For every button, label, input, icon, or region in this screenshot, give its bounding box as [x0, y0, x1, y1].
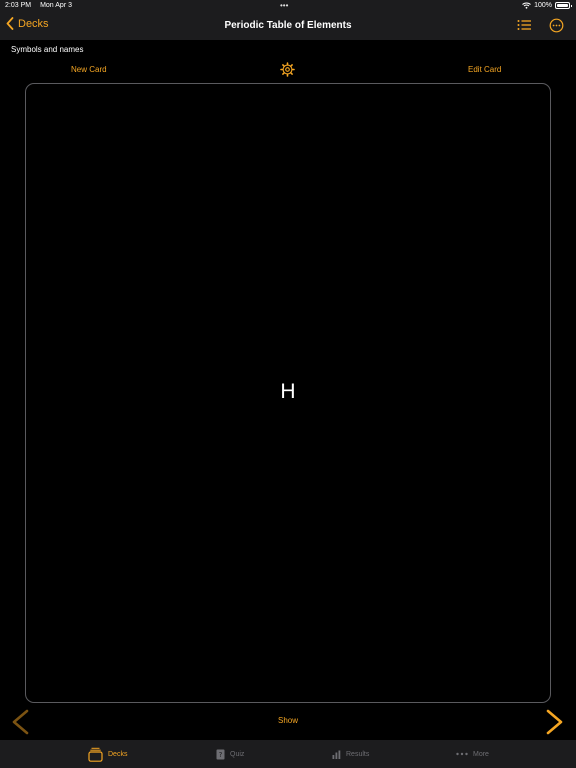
status-time: 2:03 PM: [5, 2, 32, 9]
wifi-icon: [522, 2, 531, 9]
flashcard[interactable]: H: [25, 83, 551, 703]
tab-decks[interactable]: Decks: [88, 740, 127, 768]
show-answer-button[interactable]: Show: [278, 716, 298, 725]
status-left: 2:03 PM Mon Apr 3: [5, 2, 72, 9]
tab-quiz[interactable]: ? Quiz: [216, 740, 244, 768]
status-right: 100%: [522, 2, 572, 9]
multitasking-dots-icon[interactable]: •••: [280, 2, 288, 10]
more-dots-icon: [456, 752, 468, 756]
status-bar: 2:03 PM Mon Apr 3 ••• 100%: [0, 0, 576, 12]
more-options-icon[interactable]: [549, 18, 564, 33]
quiz-icon: ?: [216, 749, 225, 759]
flashcard-front-text: H: [280, 380, 296, 403]
deck-subtitle: Symbols and names: [11, 45, 84, 54]
tab-results[interactable]: Results: [332, 740, 369, 768]
new-card-button[interactable]: New Card: [71, 65, 107, 74]
decks-icon: [88, 747, 103, 762]
tab-more-label: More: [473, 750, 489, 758]
battery-percent: 100%: [534, 2, 552, 9]
list-icon[interactable]: [517, 19, 532, 31]
svg-text:?: ?: [219, 751, 223, 759]
tab-more[interactable]: More: [456, 740, 489, 768]
battery-icon: [555, 2, 572, 9]
settings-gear-icon[interactable]: [280, 62, 295, 77]
tab-quiz-label: Quiz: [230, 750, 245, 758]
tab-results-label: Results: [346, 750, 370, 758]
tab-decks-label: Decks: [108, 750, 128, 758]
edit-card-button[interactable]: Edit Card: [468, 65, 501, 74]
page-title: Periodic Table of Elements: [224, 20, 352, 31]
tab-bar: Decks ? Quiz Results More: [0, 740, 576, 768]
show-answer-container: Show: [0, 716, 576, 725]
navigation-bar: Decks Periodic Table of Elements: [0, 12, 576, 40]
status-date: Mon Apr 3: [40, 2, 72, 9]
results-icon: [332, 750, 341, 759]
next-card-arrow-icon[interactable]: [545, 709, 565, 735]
